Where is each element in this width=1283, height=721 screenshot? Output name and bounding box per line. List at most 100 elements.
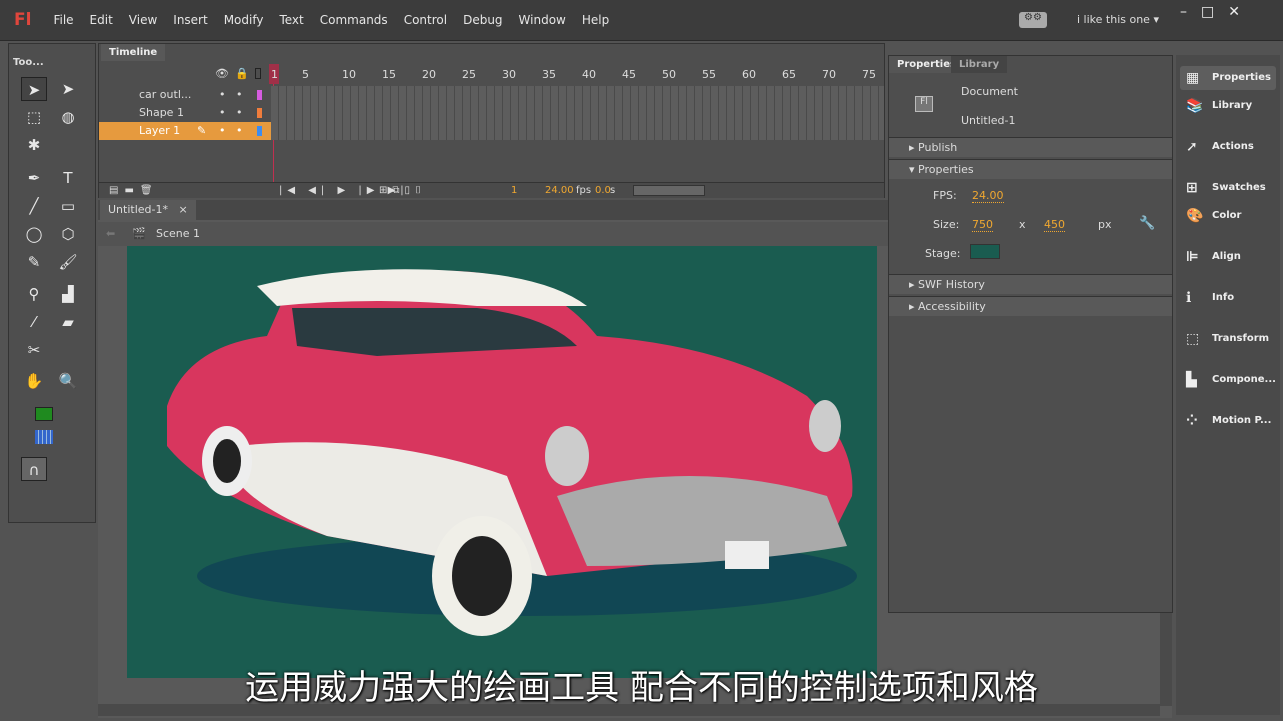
window-controls[interactable]: –□✕ — [1180, 4, 1254, 20]
outline-icon[interactable] — [255, 68, 261, 79]
layer-row-selected[interactable]: Layer 1 ✎ • • — [99, 122, 271, 140]
frame-number: 1 — [271, 68, 278, 81]
layer-color — [257, 126, 262, 136]
3d-rotation-tool-icon[interactable]: ◍ — [55, 105, 81, 129]
layer-row[interactable]: Shape 1 • • — [99, 104, 271, 122]
section-label: Accessibility — [918, 300, 986, 313]
lasso-tool-icon[interactable]: ✱ — [21, 133, 47, 157]
width-field[interactable]: 750 — [972, 218, 993, 232]
menu-window[interactable]: Window — [519, 13, 566, 27]
tab-library[interactable]: Library — [951, 56, 1008, 73]
time-value[interactable]: 0.0 — [595, 183, 611, 199]
height-field[interactable]: 450 — [1044, 218, 1065, 232]
brush-tool-icon[interactable]: 🖌 — [55, 250, 81, 274]
zoom-tool-icon[interactable]: 🔍 — [55, 369, 81, 393]
dock-label: Properties — [1212, 72, 1271, 83]
dock-properties[interactable]: ▦ Properties — [1180, 66, 1276, 90]
stage[interactable] — [127, 246, 877, 678]
pencil-tool-icon[interactable]: ✎ — [21, 250, 47, 274]
paint-bucket-tool-icon[interactable]: ▟ — [55, 282, 81, 306]
dock-motion-presets[interactable]: ⁘ Motion P... — [1180, 409, 1276, 433]
frame-number: 40 — [582, 68, 596, 81]
menu-text[interactable]: Text — [279, 13, 303, 27]
scene-clapper-icon: 🎬 — [132, 227, 146, 240]
frame-number: 55 — [702, 68, 716, 81]
dock-swatches[interactable]: ⊞ Swatches — [1180, 176, 1276, 200]
section-accessibility[interactable]: ▸ Accessibility — [889, 296, 1172, 316]
hand-tool-icon[interactable]: ✋ — [21, 369, 47, 393]
menu-debug[interactable]: Debug — [463, 13, 502, 27]
fps-value[interactable]: 24.00 — [545, 183, 574, 199]
width-tool-icon[interactable]: ✂ — [21, 338, 47, 362]
polystar-tool-icon[interactable]: ⬡ — [55, 222, 81, 246]
align-icon: ⊫ — [1186, 249, 1199, 265]
eraser-tool-icon[interactable]: ▰ — [55, 310, 81, 334]
selection-tool-icon[interactable]: ➤ — [21, 77, 47, 101]
dock-components[interactable]: ▙ Compone... — [1180, 368, 1276, 392]
free-transform-tool-icon[interactable]: ⬚ — [21, 105, 47, 129]
oval-tool-icon[interactable]: ◯ — [21, 222, 47, 246]
current-frame[interactable]: 1 — [511, 183, 517, 199]
section-swf-history[interactable]: ▸ SWF History — [889, 274, 1172, 294]
menu-file[interactable]: File — [53, 13, 73, 27]
stroke-color-swatch[interactable] — [35, 407, 53, 421]
eyedropper-tool-icon[interactable]: ⁄ — [21, 310, 47, 334]
timeline-scrollbar[interactable] — [633, 185, 705, 196]
line-tool-icon[interactable]: ╱ — [21, 194, 47, 218]
info-icon: ℹ — [1186, 290, 1192, 306]
frame-number: 25 — [462, 68, 476, 81]
wrench-icon[interactable]: 🔧 — [1139, 216, 1155, 231]
layer-color — [257, 90, 262, 100]
layer-frames[interactable] — [271, 86, 884, 104]
menu-edit[interactable]: Edit — [90, 13, 113, 27]
rectangle-tool-icon[interactable]: ▭ — [55, 194, 81, 218]
layer-frames[interactable] — [271, 122, 884, 140]
section-properties[interactable]: ▾ Properties — [889, 159, 1172, 179]
layer-buttons-icon[interactable]: ▤▬🗑 — [109, 183, 159, 199]
pen-tool-icon[interactable]: ✒ — [21, 166, 47, 190]
menu-commands[interactable]: Commands — [320, 13, 388, 27]
dock-actions[interactable]: ➚ Actions — [1180, 135, 1276, 159]
motion-presets-icon: ⁘ — [1186, 413, 1198, 429]
fla-document-icon: Fl — [915, 96, 933, 112]
panel-dock: ▦ Properties 📚 Library ➚ Actions ⊞ Swatches … — [1176, 55, 1280, 715]
back-arrow-icon[interactable]: ⬅ — [106, 222, 115, 246]
actions-icon: ➚ — [1186, 139, 1198, 155]
snap-magnet-icon[interactable]: ∩ — [21, 457, 47, 481]
workspace-gear-icon[interactable]: ⚙⚙ — [1019, 12, 1047, 28]
fps-field[interactable]: 24.00 — [972, 189, 1004, 203]
frame-number: 30 — [502, 68, 516, 81]
workspace-name: i like this one — [1077, 13, 1150, 26]
fill-color-swatch[interactable] — [35, 430, 53, 444]
dock-library[interactable]: 📚 Library — [1180, 94, 1276, 118]
size-unit: px — [1098, 218, 1112, 231]
menu-view[interactable]: View — [129, 13, 157, 27]
section-publish[interactable]: ▸ Publish — [889, 137, 1172, 157]
close-tab-icon[interactable]: × — [178, 203, 187, 216]
layer-frames[interactable] — [271, 104, 884, 122]
dock-info[interactable]: ℹ Info — [1180, 286, 1276, 310]
dock-align[interactable]: ⊫ Align — [1180, 245, 1276, 269]
menu-modify[interactable]: Modify — [224, 13, 264, 27]
text-tool-icon[interactable]: T — [55, 166, 81, 190]
stage-color-swatch[interactable] — [970, 244, 1000, 259]
onion-skin-icon[interactable]: ⊞⧉▯⌷ — [379, 183, 426, 199]
workspace-switcher[interactable]: i like this one ▾ — [1077, 13, 1159, 26]
tools-panel: Too... ➤ ➤ ⬚ ◍ ✱ ✒ T ╱ ▭ ◯ ⬡ ✎ 🖌 ⚲ ▟ ⁄ ▰… — [8, 43, 96, 523]
eye-icon[interactable]: 👁 — [215, 67, 229, 80]
dock-transform[interactable]: ⬚ Transform — [1180, 327, 1276, 351]
tab-timeline[interactable]: Timeline — [101, 44, 166, 61]
layer-name: Layer 1 — [139, 124, 181, 137]
menu-insert[interactable]: Insert — [173, 13, 207, 27]
layer-row[interactable]: car outl... • • — [99, 86, 271, 104]
bone-tool-icon[interactable]: ⚲ — [21, 282, 47, 306]
scene-label[interactable]: Scene 1 — [156, 222, 200, 246]
lock-icon[interactable]: 🔒 — [235, 67, 249, 80]
section-label: Publish — [918, 141, 958, 154]
tab-untitled-1[interactable]: Untitled-1* × — [100, 200, 196, 220]
menu-help[interactable]: Help — [582, 13, 609, 27]
dock-color[interactable]: 🎨 Color — [1180, 204, 1276, 228]
subselection-tool-icon[interactable]: ➤ — [55, 77, 81, 101]
size-label: Size: — [933, 218, 960, 231]
menu-control[interactable]: Control — [404, 13, 447, 27]
